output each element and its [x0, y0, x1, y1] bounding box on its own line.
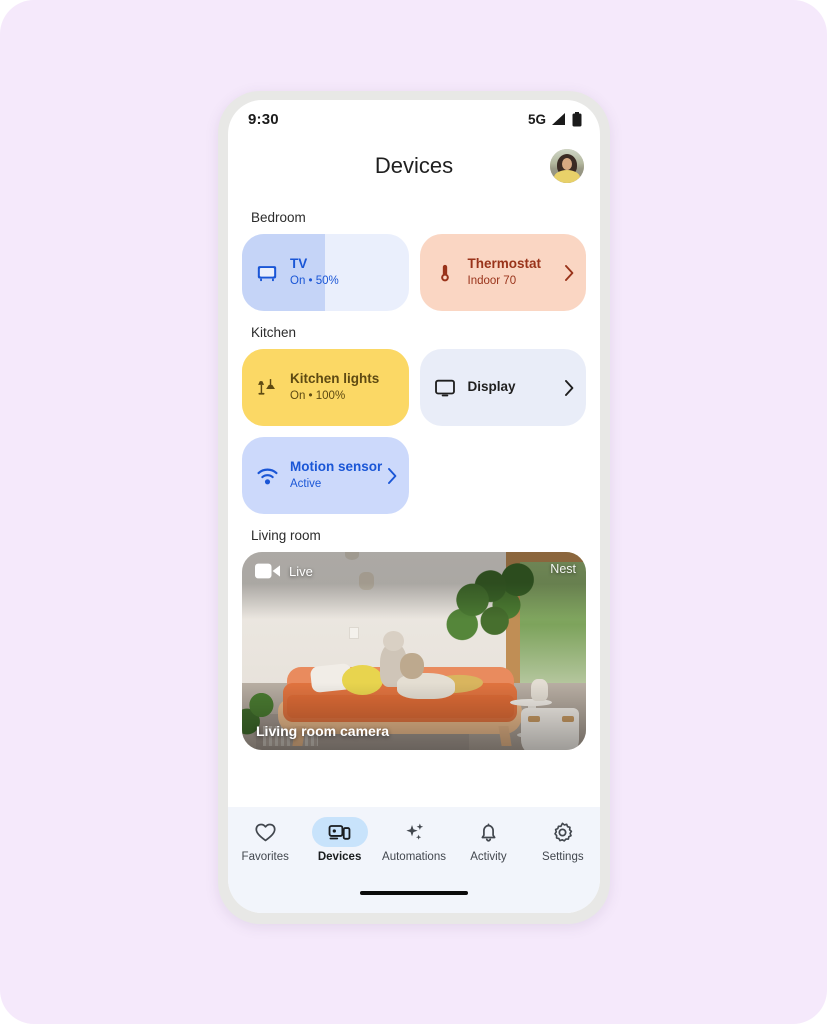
chevron-right-icon: [387, 467, 397, 484]
heart-icon: [255, 823, 276, 841]
device-card-kitchen-lights[interactable]: Kitchen lights On • 100%: [242, 349, 409, 426]
device-card-display[interactable]: Display: [419, 349, 586, 426]
network-type-label: 5G: [527, 111, 546, 127]
status-bar: 9:30 5G: [228, 100, 600, 138]
device-state: On • 50%: [290, 274, 339, 287]
video-camera-icon: [255, 563, 280, 579]
nav-label: Settings: [542, 851, 584, 863]
device-name: TV: [290, 256, 308, 272]
device-state: Active: [290, 477, 322, 490]
nav-label: Activity: [470, 851, 507, 863]
device-name: Thermostat: [467, 256, 542, 272]
phone-frame: 9:30 5G Devices Bedroom TV On • 50% Ther…: [218, 91, 610, 924]
card-row-kitchen-2: Motion sensor Active: [242, 437, 586, 514]
page-root: 9:30 5G Devices Bedroom TV On • 50% Ther…: [0, 0, 827, 1024]
device-name: Motion sensor: [290, 459, 383, 475]
camera-card-living-room[interactable]: Live Nest Living room camera: [242, 552, 586, 750]
thermometer-icon: [432, 262, 458, 284]
bottom-navigation: Favorites Devices Automations Activity S…: [228, 807, 600, 891]
app-bar: Devices: [228, 138, 600, 194]
nav-item-devices[interactable]: Devices: [302, 817, 376, 863]
camera-brand-label: Nest: [550, 562, 576, 576]
nav-item-favorites[interactable]: Favorites: [228, 817, 302, 863]
device-card-tv[interactable]: TV On • 50%: [242, 234, 409, 311]
live-label: Live: [289, 563, 313, 579]
battery-full-icon: [572, 111, 582, 126]
section-title-bedroom: Bedroom: [251, 210, 306, 225]
device-name: Kitchen lights: [290, 371, 380, 387]
status-time: 9:30: [248, 110, 279, 128]
signal-bars-icon: [552, 112, 565, 125]
device-state: Indoor 70: [467, 274, 517, 287]
phone-screen: 9:30 5G Devices Bedroom TV On • 50% Ther…: [228, 100, 600, 913]
sparkles-icon: [405, 822, 423, 840]
chevron-right-icon: [565, 264, 574, 281]
home-indicator[interactable]: [228, 891, 600, 913]
devices-list: Bedroom TV On • 50% Thermostat Indoor 70…: [228, 194, 600, 807]
motion-sensor-icon: [254, 466, 280, 486]
status-indicators: 5G: [527, 111, 582, 127]
avatar[interactable]: [550, 149, 584, 183]
page-title: Devices: [374, 153, 454, 178]
device-state: On • 100%: [290, 389, 346, 402]
card-row-bedroom: TV On • 50% Thermostat Indoor 70: [242, 234, 586, 311]
gear-icon: [554, 821, 573, 842]
chevron-right-icon: [565, 379, 574, 396]
device-card-motion-sensor[interactable]: Motion sensor Active: [242, 437, 409, 514]
card-row-kitchen-1: Kitchen lights On • 100% Display: [242, 349, 586, 426]
tv-icon: [254, 262, 280, 284]
live-badge: Live: [255, 562, 313, 580]
device-name: Display: [467, 379, 516, 395]
nav-label: Favorites: [241, 851, 289, 863]
nav-item-automations[interactable]: Automations: [377, 817, 451, 863]
section-title-kitchen: Kitchen: [251, 325, 297, 340]
device-card-thermostat[interactable]: Thermostat Indoor 70: [419, 234, 586, 311]
bell-icon: [481, 822, 496, 842]
section-title-living-room: Living room: [251, 528, 321, 543]
nav-label: Automations: [382, 851, 446, 863]
nav-label: Devices: [317, 851, 362, 863]
camera-name-label: Living room camera: [256, 723, 390, 739]
devices-icon: [328, 824, 351, 840]
nav-item-activity[interactable]: Activity: [451, 817, 525, 863]
lamp-icon: [254, 376, 280, 399]
nav-item-settings[interactable]: Settings: [526, 817, 600, 863]
display-icon: [432, 377, 458, 399]
